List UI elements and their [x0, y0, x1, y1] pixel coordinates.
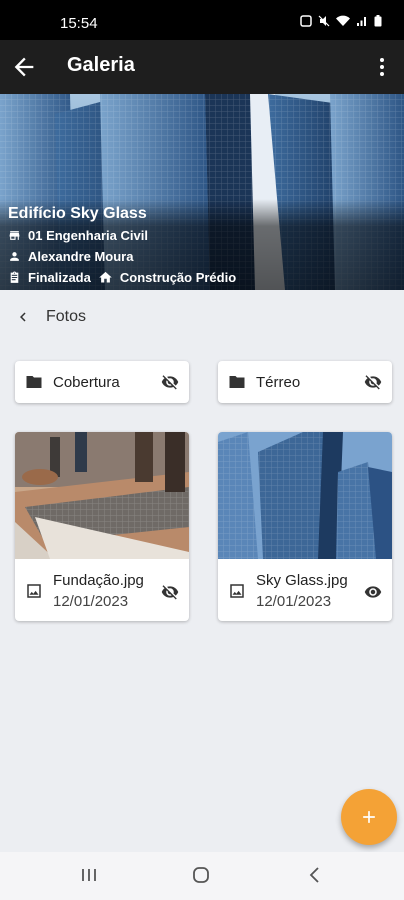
folder-label: Térreo — [256, 373, 301, 391]
alarm-icon — [300, 14, 312, 32]
folder-card[interactable]: Cobertura — [15, 361, 189, 403]
add-photo-button[interactable] — [341, 789, 397, 845]
arrow-left-icon — [14, 57, 34, 77]
photo-name: Sky Glass.jpg — [256, 572, 348, 589]
project-responsible-row: Alexandre Moura — [8, 249, 133, 264]
recent-apps-button[interactable] — [80, 866, 98, 889]
project-name: Edifício Sky Glass — [8, 205, 147, 222]
app-bar: Galeria — [0, 40, 404, 94]
wifi-icon — [336, 14, 350, 32]
home-icon — [99, 271, 112, 283]
chevron-left-icon — [309, 867, 319, 883]
store-icon — [9, 231, 20, 240]
status-icons — [300, 14, 382, 32]
system-back-button[interactable] — [306, 866, 324, 889]
home-circle-icon — [193, 867, 209, 883]
project-responsible: Alexandre Moura — [28, 249, 134, 264]
battery-icon — [374, 14, 382, 32]
system-nav-bar — [0, 852, 404, 900]
project-header: Edifício Sky Glass 01 Engenharia Civil A… — [0, 94, 404, 290]
eye-off-icon[interactable] — [161, 583, 179, 601]
photo-name: Fundação.jpg — [53, 572, 144, 589]
status-bar: 15:54 — [0, 0, 404, 40]
signal-icon — [356, 14, 368, 32]
recents-icon — [82, 869, 96, 881]
photo-date: 12/01/2023 — [53, 593, 129, 610]
folder-icon — [229, 376, 245, 388]
folder-icon — [26, 376, 42, 388]
plus-icon — [363, 811, 375, 823]
folder-card[interactable]: Térreo — [218, 361, 392, 403]
project-company-row: 01 Engenharia Civil — [8, 228, 148, 243]
mute-icon — [318, 14, 330, 32]
clipboard-icon — [10, 271, 19, 283]
photo-card[interactable]: Sky Glass.jpg 12/01/2023 — [218, 432, 392, 621]
eye-off-icon[interactable] — [161, 373, 179, 391]
home-button[interactable] — [192, 866, 210, 889]
chevron-left-icon — [20, 312, 26, 322]
page-title: Galeria — [67, 54, 135, 76]
project-company: 01 Engenharia Civil — [28, 228, 148, 243]
image-icon — [27, 584, 41, 598]
status-time: 15:54 — [60, 15, 98, 32]
folder-label: Cobertura — [53, 373, 120, 391]
project-status: Finalizada — [28, 270, 91, 285]
more-vert-icon — [380, 58, 384, 76]
more-options-button[interactable] — [374, 55, 390, 79]
image-icon — [230, 584, 244, 598]
project-status-row: Finalizada Construção Prédio — [8, 270, 236, 285]
photo-date: 12/01/2023 — [256, 593, 332, 610]
section-title: Fotos — [46, 308, 87, 325]
person-icon — [10, 252, 19, 261]
eye-off-icon[interactable] — [364, 373, 382, 391]
fotos-back-button[interactable]: Fotos — [14, 308, 86, 326]
photo-thumbnail — [15, 432, 189, 559]
eye-icon[interactable] — [364, 583, 382, 601]
project-type: Construção Prédio — [119, 270, 237, 285]
photo-thumbnail — [218, 432, 392, 559]
photo-card[interactable]: Fundação.jpg 12/01/2023 — [15, 432, 189, 621]
back-button[interactable] — [10, 53, 38, 81]
